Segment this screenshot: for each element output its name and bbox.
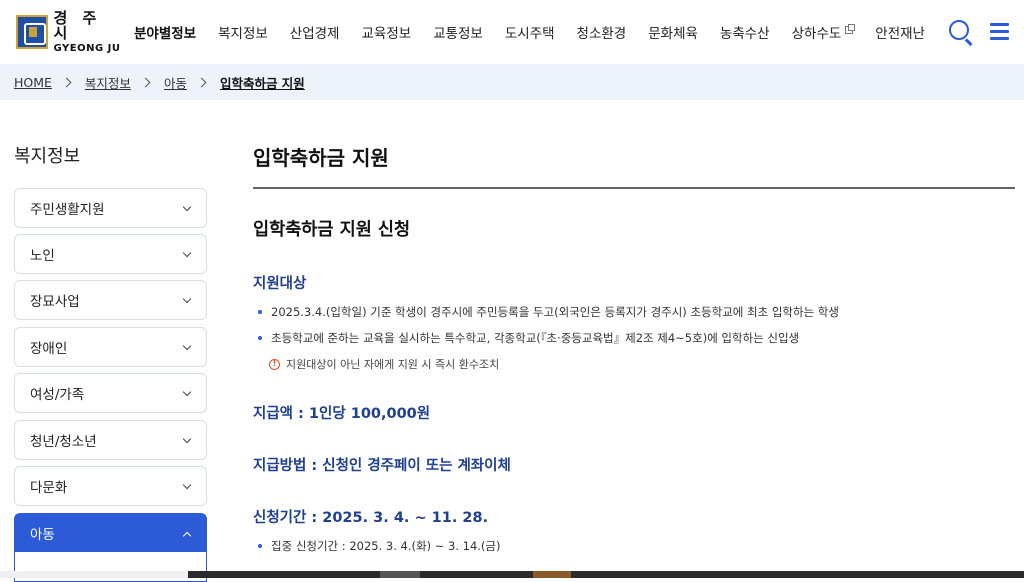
gnb-item-education[interactable]: 교육정보 (361, 22, 411, 42)
sidebar-item-label: 아동 (30, 527, 55, 543)
global-nav: 분야별정보 복지정보 산업경제 교육정보 교통정보 도시주택 청소환경 문화체육… (134, 0, 925, 64)
hamburger-menu-icon[interactable] (990, 22, 1010, 40)
amount-heading: 지급액 : 1인당 100,000원 (253, 406, 431, 422)
chevron-down-icon (182, 202, 192, 212)
external-link-icon (845, 24, 856, 34)
chevron-down-icon (182, 248, 192, 258)
chevron-down-icon (182, 341, 192, 351)
chevron-right-icon (140, 77, 151, 87)
target-notice-text: 지원대상이 아닌 자에게 지원 시 즉시 환수조치 (286, 358, 500, 371)
gnb-item-water[interactable]: 상하수도 (791, 22, 856, 42)
chevron-up-icon (182, 531, 192, 541)
sidebar-item-label: 청년/청소년 (30, 434, 97, 450)
chevron-right-icon (61, 77, 72, 87)
gnb-item-water-label: 상하수도 (791, 26, 842, 42)
city-emblem-icon (16, 15, 48, 49)
sidebar-item-label: 장묘사업 (30, 294, 80, 310)
breadcrumb-welfare[interactable]: 복지정보 (85, 73, 131, 92)
gnb-item-traffic[interactable]: 교통정보 (433, 22, 483, 42)
sidebar-item-label: 주민생활지원 (30, 202, 105, 218)
gnb-item-culture[interactable]: 문화체육 (648, 22, 698, 42)
logo-english: GYEONG JU (53, 42, 121, 54)
chevron-right-icon (196, 77, 207, 87)
os-taskbar (0, 571, 1024, 578)
target-heading: 지원대상 (253, 276, 307, 292)
site-header: 경 주 시 GYEONG JU 분야별정보 복지정보 산업경제 교육정보 교통정… (0, 0, 1024, 64)
sidebar-item-funeral[interactable]: 장묘사업 (14, 280, 207, 320)
sidebar-item-label: 여성/가족 (30, 387, 85, 403)
page-title: 입학축하금 지원 (253, 146, 389, 170)
list-item: 초등학교에 준하는 교육을 실시하는 특수학교, 각종학교(『초·중등교육법』제… (257, 330, 799, 346)
sidebar-item-label: 다문화 (30, 480, 68, 496)
method-heading: 지급방법 : 신청인 경주페이 또는 계좌이체 (253, 458, 511, 474)
gnb-item-safety[interactable]: 안전재난 (875, 22, 925, 42)
sidebar-item-resident-support[interactable]: 주민생활지원 (14, 188, 207, 228)
breadcrumb-current[interactable]: 입학축하금 지원 (220, 73, 305, 92)
gnb-item-welfare[interactable]: 복지정보 (218, 22, 268, 42)
title-divider (253, 187, 1015, 189)
gnb-item-agriculture[interactable]: 농축수산 (720, 22, 770, 42)
sidebar-item-label: 노인 (30, 248, 55, 264)
sidebar-item-label: 장애인 (30, 341, 68, 357)
sidebar-item-women-family[interactable]: 여성/가족 (14, 373, 207, 413)
gnb-item-industry[interactable]: 산업경제 (290, 22, 340, 42)
breadcrumb-children[interactable]: 아동 (164, 73, 187, 92)
chevron-down-icon (182, 480, 192, 490)
period-heading: 신청기간 : 2025. 3. 4. ~ 11. 28. (253, 510, 489, 526)
gnb-item-environment[interactable]: 청소환경 (577, 22, 627, 42)
logo-korean: 경 주 시 (53, 8, 102, 42)
chevron-down-icon (182, 434, 192, 444)
target-notice: ! 지원대상이 아닌 자에게 지원 시 즉시 환수조치 (269, 356, 499, 372)
chevron-down-icon (182, 294, 192, 304)
gyeongju-logo[interactable]: 경 주 시 GYEONG JU (16, 10, 124, 53)
warning-icon: ! (269, 358, 280, 370)
sidebar-title: 복지정보 (14, 146, 81, 167)
sidebar-item-multicultural[interactable]: 다문화 (14, 466, 207, 506)
list-item: 집중 신청기간 : 2025. 3. 4.(화) ~ 3. 14.(금) (257, 538, 500, 554)
breadcrumb: HOME 복지정보 아동 입학축하금 지원 (14, 64, 305, 100)
section-title: 입학축하금 지원 신청 (253, 220, 411, 240)
gnb-item-fields[interactable]: 분야별정보 (134, 22, 196, 42)
breadcrumb-bar: HOME 복지정보 아동 입학축하금 지원 (0, 64, 1024, 100)
sidebar-item-elderly[interactable]: 노인 (14, 234, 207, 274)
sidebar-item-children[interactable]: 아동 (14, 513, 207, 553)
search-button[interactable] (947, 18, 975, 46)
sidebar-item-youth[interactable]: 청년/청소년 (14, 420, 207, 460)
logo-text: 경 주 시 GYEONG JU (53, 8, 124, 54)
gnb-item-housing[interactable]: 도시주택 (505, 22, 555, 42)
sidebar-item-disabled[interactable]: 장애인 (14, 327, 207, 367)
chevron-down-icon (182, 387, 192, 397)
search-icon (949, 20, 969, 40)
list-item: 2025.3.4.(입학일) 기준 학생이 경주시에 주민등록을 두고(외국인은… (257, 304, 839, 320)
breadcrumb-home[interactable]: HOME (14, 75, 52, 90)
